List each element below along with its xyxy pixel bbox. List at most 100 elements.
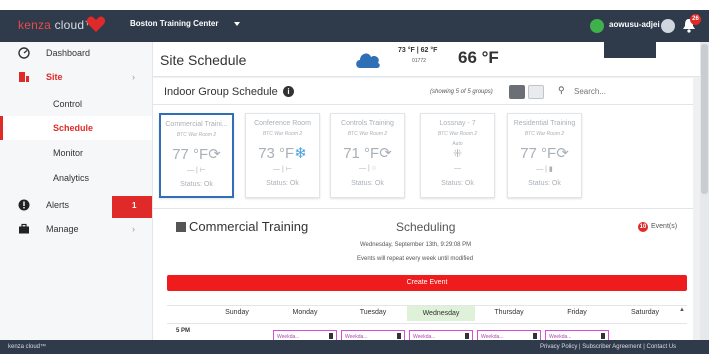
auto-mode-icon: ⟳ [556,145,569,162]
briefcase-icon [19,223,29,234]
sidebar-item-alerts[interactable]: Alerts [0,194,152,218]
ventilation-icon: ⁜ [452,148,463,160]
day-header-wednesday: Wednesday [407,306,475,321]
globe-icon [590,19,604,33]
sidebar-item-label: Site [46,72,63,82]
group-temp: 73 °F❄ [258,145,307,162]
group-status: Status: Ok [351,180,384,187]
info-icon[interactable]: i [283,86,294,97]
sidebar-item-label: Alerts [46,200,70,210]
day-header-tuesday: Tuesday [359,309,387,316]
search-box: ⚲ [554,85,688,99]
scroll-up-arrow[interactable]: ▲ [679,307,685,313]
dashboard-gauge-icon [18,47,30,59]
snowflake-icon: ❄ [294,145,307,162]
group-status: Status: Ok [441,180,474,187]
sidebar-subitem-control[interactable]: Control [0,92,152,116]
events-count-badge: 10 [638,222,648,232]
day-header-thursday: Thursday [494,309,524,316]
auto-mode-icon: ⟳ [379,145,392,162]
group-status: Status: Ok [266,180,299,187]
group-room: BTC War Room 2 [347,131,388,137]
group-card-commercial-training[interactable]: Commercial Traini... BTC War Room 2 77 °… [159,113,234,198]
delete-icon [465,333,469,339]
group-name: Commercial Traini... [165,121,228,128]
group-name: Conference Room [254,120,311,127]
group-status: Status: Ok [528,180,561,187]
delete-icon [601,333,605,339]
sidebar-item-dashboard[interactable]: Dashboard [0,42,152,66]
grid-view-icon[interactable] [528,85,544,99]
group-name: Lossnay - 7 [439,120,476,127]
day-header-monday: Monday [292,309,318,316]
sidebar-subitem-schedule[interactable]: Schedule [0,116,152,140]
building-icon [19,72,29,82]
avatar[interactable] [661,19,675,33]
chevron-right-icon: › [132,224,135,234]
delete-icon [533,333,537,339]
search-input[interactable] [574,85,684,98]
group-name: Residential Training [513,120,576,127]
site-selector[interactable]: Boston Training Center [130,19,218,28]
current-datetime: Wednesday, September 13th, 9:29:08 PM [360,242,472,248]
notification-badge: 26 [690,14,701,25]
zip-code: 01772 [412,58,426,64]
footer-brand: kenza cloud™ [8,344,47,350]
cloud-weather-icon [356,53,380,68]
logo-heart-icon [86,16,106,32]
group-controls: — | ⊢ [273,166,292,173]
sidebar-item-label: Dashboard [46,48,91,58]
sidebar-subitem-analytics[interactable]: Analytics [0,166,152,190]
sidebar-item-site[interactable]: Site › [0,66,152,90]
footer-links[interactable]: Privacy Policy | Subscriber Agreement | … [540,344,676,350]
create-event-button[interactable]: Create Event [167,275,687,291]
user-name[interactable]: aowusu-adjei [609,20,660,29]
current-temperature: 66 °F [458,48,499,67]
group-room: BTC War Room 2 [176,132,217,138]
delete-icon [397,333,401,339]
group-temp: 71 °F⟳ [343,145,392,162]
group-status: Status: Ok [180,181,213,188]
selected-group-name: Commercial Training [189,219,309,234]
scheduling-title: Scheduling [396,220,456,234]
group-room: BTC War Room 2 [262,131,303,137]
chevron-right-icon: › [132,72,135,82]
group-card-residential-training[interactable]: Residential Training BTC War Room 2 77 °… [507,113,582,198]
list-view-icon[interactable] [509,85,525,99]
group-card-controls-training[interactable]: Controls Training BTC War Room 2 71 °F⟳ … [330,113,405,198]
search-icon: ⚲ [558,85,565,95]
group-card-lossnay-7[interactable]: Lossnay - 7 BTC War Room 2 Auto ⁜ — Stat… [420,113,495,198]
page-title: Site Schedule [160,52,247,68]
repeat-note: Events will repeat every week until modi… [357,256,474,262]
sidebar-item-manage[interactable]: Manage › [0,218,152,242]
groups-count-text: (showing 5 of 5 groups) [430,89,493,95]
group-room: BTC War Room 2 [437,131,478,137]
group-card-conference-room[interactable]: Conference Room BTC War Room 2 73 °F❄ — … [245,113,320,198]
chevron-down-icon[interactable] [234,22,240,26]
forecast-high-low: 73 °F | 62 °F [398,47,438,54]
panel-title: Indoor Group Schedule [164,86,278,98]
divider [153,104,693,105]
group-name: Controls Training [341,120,394,127]
auto-mode-icon: ⟳ [208,146,221,163]
group-temp: 77 °F⟳ [172,146,221,163]
window-frame [0,0,709,10]
alert-icon [18,199,30,211]
delete-icon [329,333,333,339]
group-controls: — [454,165,461,172]
building-icon [176,222,186,232]
hour-label: 5 PM [176,328,191,334]
app-logo[interactable]: kenza cloud™ [18,18,96,32]
scroll-thumb[interactable] [701,44,708,194]
group-room: BTC War Room 2 [524,131,565,137]
group-controls: — | ○ [359,165,376,172]
sidebar-subitem-monitor[interactable]: Monitor [0,141,152,165]
group-controls: — | ⊢ [187,167,206,174]
header-dark-block [604,42,656,58]
day-header-sunday: Sunday [225,309,249,316]
group-temp: 77 °F⟳ [520,145,569,162]
sidebar-item-label: Manage [46,224,79,234]
group-controls: — | ▮ [536,166,553,173]
day-header-friday: Friday [567,309,587,316]
events-label[interactable]: Event(s) [651,223,677,230]
